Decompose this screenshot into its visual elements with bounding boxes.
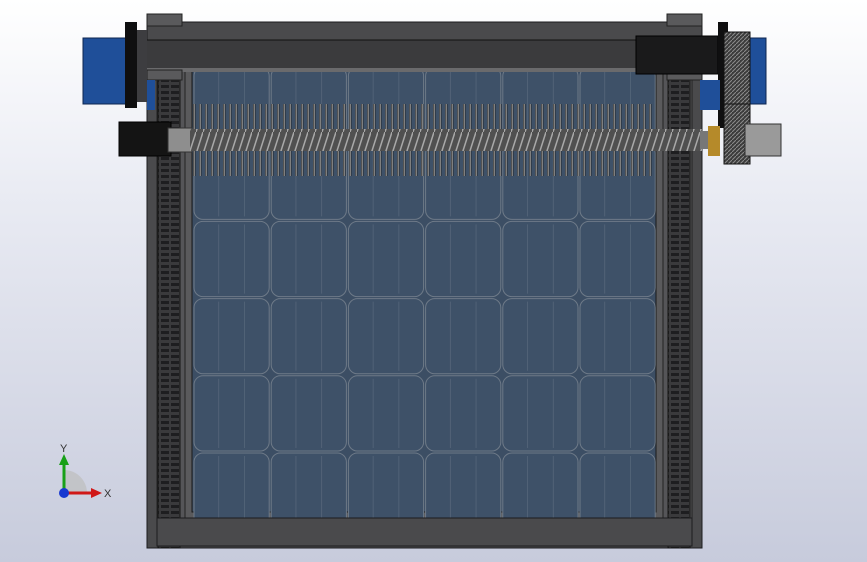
graphics-viewport[interactable]: Y X (0, 0, 867, 562)
bottom-bar (156, 517, 693, 547)
solar-cell (270, 452, 347, 529)
top-bar (139, 39, 721, 71)
left-motor (82, 22, 155, 110)
solar-cell (193, 220, 270, 298)
solar-cell (347, 452, 425, 529)
solar-cell (579, 220, 656, 298)
solar-cell (502, 375, 579, 452)
solar-cell (425, 298, 502, 375)
solar-cell (347, 298, 425, 375)
cad-model[interactable] (0, 0, 867, 562)
solar-cell (502, 298, 579, 375)
x-axis-label: X (104, 488, 112, 500)
solar-cell (347, 220, 425, 298)
solar-cell (425, 220, 502, 298)
solar-cell (425, 452, 502, 529)
solar-cell (579, 452, 656, 529)
solar-cell (579, 298, 656, 375)
view-triad: Y X (59, 443, 112, 500)
solar-cell (579, 375, 656, 452)
left-bracket-lower (146, 69, 183, 81)
y-axis-label: Y (60, 443, 68, 455)
solar-cell (270, 375, 347, 452)
solar-cell (347, 375, 425, 452)
solar-cell (502, 220, 579, 298)
solar-cell (502, 452, 579, 529)
top-bar-edge (140, 68, 720, 72)
solar-cell (193, 298, 270, 375)
solar-cell (425, 375, 502, 452)
left-bracket (146, 13, 183, 27)
solar-cell (193, 452, 270, 529)
solar-cell (270, 298, 347, 375)
solar-cell (270, 220, 347, 298)
solar-cell (193, 375, 270, 452)
right-bracket (666, 13, 703, 27)
